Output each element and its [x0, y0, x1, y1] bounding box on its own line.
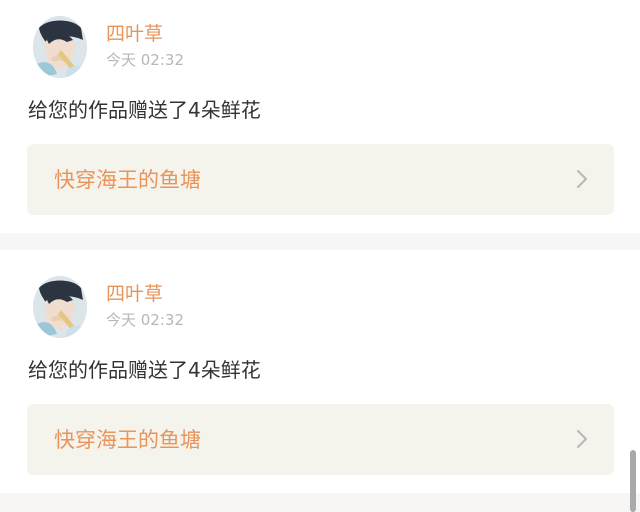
notification-feed: 四叶草 今天 02:32 给您的作品赠送了4朵鲜花 快穿海王的鱼塘 四叶草 今天…: [0, 0, 640, 493]
notification-message: 给您的作品赠送了4朵鲜花: [28, 358, 261, 382]
username[interactable]: 四叶草: [106, 282, 163, 306]
notification-card: 四叶草 今天 02:32 给您的作品赠送了4朵鲜花 快穿海王的鱼塘: [0, 250, 640, 493]
timestamp: 今天 02:32: [106, 51, 184, 69]
avatar[interactable]: [33, 16, 87, 78]
scrollbar-thumb[interactable]: [630, 450, 636, 512]
avatar[interactable]: [33, 276, 87, 338]
work-link-card[interactable]: 快穿海王的鱼塘: [27, 404, 614, 475]
notification-screen: 四叶草 今天 02:32 给您的作品赠送了4朵鲜花 快穿海王的鱼塘 四叶草 今天…: [0, 0, 640, 512]
notification-message: 给您的作品赠送了4朵鲜花: [28, 98, 261, 122]
timestamp: 今天 02:32: [106, 311, 184, 329]
work-title: 快穿海王的鱼塘: [54, 168, 201, 192]
username[interactable]: 四叶草: [106, 22, 163, 46]
chevron-right-icon: [576, 169, 588, 189]
chevron-right-icon: [576, 429, 588, 449]
work-link-card[interactable]: 快穿海王的鱼塘: [27, 144, 614, 215]
work-title: 快穿海王的鱼塘: [54, 428, 201, 452]
notification-card: 四叶草 今天 02:32 给您的作品赠送了4朵鲜花 快穿海王的鱼塘: [0, 0, 640, 233]
